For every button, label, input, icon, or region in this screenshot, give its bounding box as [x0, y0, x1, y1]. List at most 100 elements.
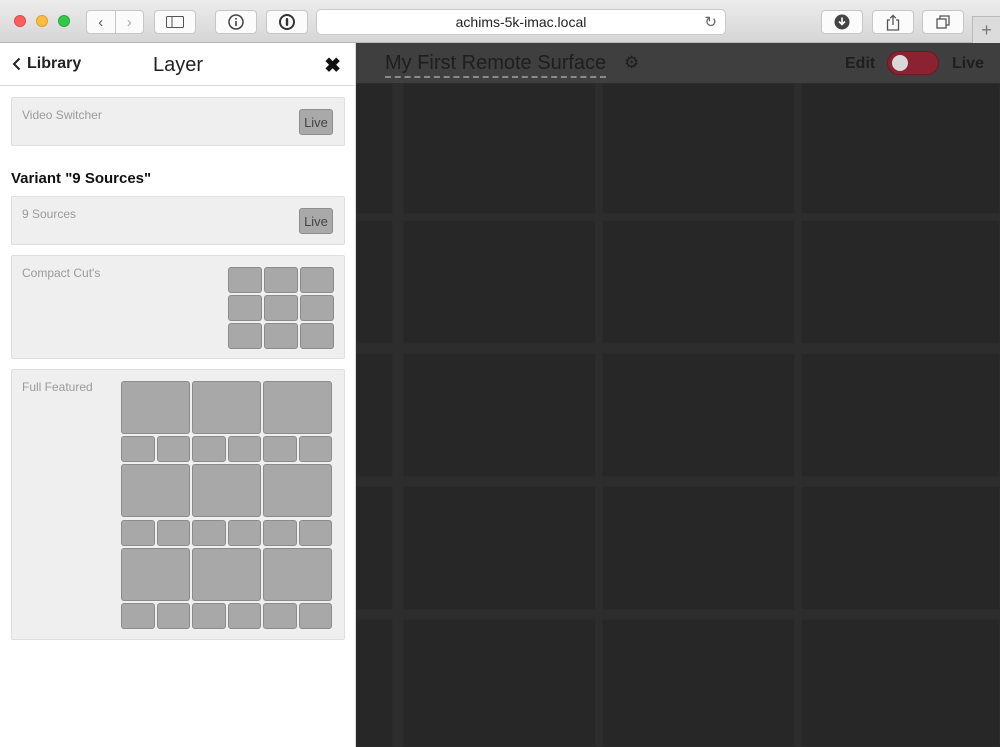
- surface-grid-cell[interactable]: [356, 486, 393, 610]
- remote-surface: My First Remote Surface ⚙ Edit Live: [356, 43, 1000, 747]
- surface-grid-cell[interactable]: [356, 220, 393, 344]
- preview-tile-small: [192, 603, 226, 629]
- surface-grid-cell[interactable]: [602, 619, 795, 747]
- surface-grid-cell[interactable]: [602, 83, 795, 214]
- info-icon: [228, 14, 244, 30]
- gear-icon[interactable]: ⚙: [624, 53, 639, 73]
- preview-tile-small: [298, 520, 332, 546]
- preview-tile-small: [121, 436, 155, 462]
- preview-tile-large: [192, 464, 261, 517]
- surface-grid-cell[interactable]: [801, 83, 1000, 214]
- surface-grid-cell[interactable]: [801, 220, 1000, 344]
- tabs-overview-button[interactable]: [922, 10, 964, 34]
- surface-grid-cell[interactable]: [403, 619, 596, 747]
- surface-grid-cell[interactable]: [602, 220, 795, 344]
- close-icon[interactable]: ✖: [324, 53, 341, 78]
- preview-tile-large: [121, 548, 190, 601]
- surface-grid-cell[interactable]: [602, 353, 795, 477]
- close-window-button[interactable]: [14, 15, 26, 27]
- preview-tile-large: [263, 464, 332, 517]
- preview-tile: [228, 295, 262, 321]
- layer-sidebar: Library Layer ✖ Video Switcher Live Vari…: [0, 43, 356, 747]
- download-icon: [834, 14, 850, 30]
- preview-tile-small: [192, 436, 226, 462]
- plus-icon: +: [981, 19, 992, 40]
- zoom-window-button[interactable]: [58, 15, 70, 27]
- edit-mode-label: Edit: [845, 55, 876, 72]
- surface-grid-cell[interactable]: [602, 486, 795, 610]
- surface-grid-cell[interactable]: [801, 486, 1000, 610]
- sidebar-icon: [166, 16, 184, 28]
- surface-title[interactable]: My First Remote Surface: [385, 52, 607, 78]
- surface-grid-cell[interactable]: [403, 220, 596, 344]
- variant-heading: Variant "9 Sources": [11, 170, 152, 187]
- preview-tile-small: [156, 520, 190, 546]
- preview-tile-small: [263, 520, 297, 546]
- preview-tile-small: [227, 603, 261, 629]
- preview-tile-small: [298, 436, 332, 462]
- surface-grid-cell[interactable]: [356, 619, 393, 747]
- preview-tile-small: [156, 603, 190, 629]
- preview-tile-small: [192, 520, 226, 546]
- card-label: Full Featured: [22, 380, 93, 394]
- new-tab-button[interactable]: +: [972, 16, 1000, 43]
- surface-grid-cell[interactable]: [356, 83, 393, 214]
- layer-card-video-switcher[interactable]: Video Switcher Live: [11, 97, 345, 146]
- preview-tile-small: [263, 603, 297, 629]
- card-label: Video Switcher: [22, 108, 102, 122]
- preview-tile: [264, 323, 298, 349]
- live-mode-label: Live: [952, 55, 985, 72]
- preview-tile-large: [263, 548, 332, 601]
- address-bar[interactable]: achims-5k-imac.local ↻: [316, 9, 726, 35]
- back-to-library-button[interactable]: Library: [12, 55, 81, 73]
- tabs-icon: [935, 14, 950, 29]
- preview-tile-large: [192, 381, 261, 434]
- forward-arrow-icon[interactable]: ›: [114, 11, 144, 33]
- reload-icon[interactable]: ↻: [704, 13, 717, 31]
- preview-tile: [264, 295, 298, 321]
- live-button[interactable]: Live: [299, 208, 333, 234]
- browser-toolbar: ‹ › achims-5k-imac.local ↻ +: [0, 0, 1000, 43]
- minimize-window-button[interactable]: [36, 15, 48, 27]
- layer-card-9-sources[interactable]: 9 Sources Live: [11, 196, 345, 245]
- info-button[interactable]: [215, 10, 257, 34]
- chevron-left-icon: [12, 57, 21, 71]
- nav-buttons: ‹ ›: [86, 10, 144, 34]
- surface-grid-cell[interactable]: [801, 619, 1000, 747]
- preview-tile-small: [121, 520, 155, 546]
- back-label: Library: [27, 55, 82, 72]
- toggle-knob: [892, 55, 908, 71]
- surface-grid-cell[interactable]: [403, 353, 596, 477]
- surface-topbar: My First Remote Surface ⚙ Edit Live: [356, 43, 1000, 83]
- preview-tile-large: [192, 548, 261, 601]
- card-label: Compact Cut's: [22, 266, 101, 280]
- surface-grid-cell[interactable]: [403, 83, 596, 214]
- preview-tile: [228, 323, 262, 349]
- share-icon: [886, 13, 900, 31]
- preview-tile: [228, 267, 262, 293]
- share-button[interactable]: [872, 10, 914, 34]
- preview-tile-small: [263, 436, 297, 462]
- layer-card-full-featured[interactable]: Full Featured: [11, 369, 345, 640]
- preview-tile: [264, 267, 298, 293]
- preview-tile-large: [121, 464, 190, 517]
- sidebar-header: Library Layer ✖: [0, 43, 355, 86]
- surface-grid-cell[interactable]: [801, 353, 1000, 477]
- url-text: achims-5k-imac.local: [455, 14, 587, 30]
- surface-grid-cell[interactable]: [356, 353, 393, 477]
- password-manager-icon: [279, 14, 295, 30]
- preview-tile: [300, 267, 334, 293]
- preview-tile-small: [121, 603, 155, 629]
- layer-card-compact-cuts[interactable]: Compact Cut's: [11, 255, 345, 359]
- preview-tile-small: [227, 436, 261, 462]
- back-arrow-icon[interactable]: ‹: [87, 11, 115, 33]
- surface-grid-cell[interactable]: [403, 486, 596, 610]
- downloads-button[interactable]: [821, 10, 863, 34]
- preview-tile: [300, 323, 334, 349]
- sidebar-toggle-button[interactable]: [154, 10, 196, 34]
- edit-live-toggle[interactable]: [887, 51, 939, 75]
- preview-tile-small: [298, 603, 332, 629]
- preview-tile-small: [156, 436, 190, 462]
- password-manager-button[interactable]: [266, 10, 308, 34]
- live-button[interactable]: Live: [299, 109, 333, 135]
